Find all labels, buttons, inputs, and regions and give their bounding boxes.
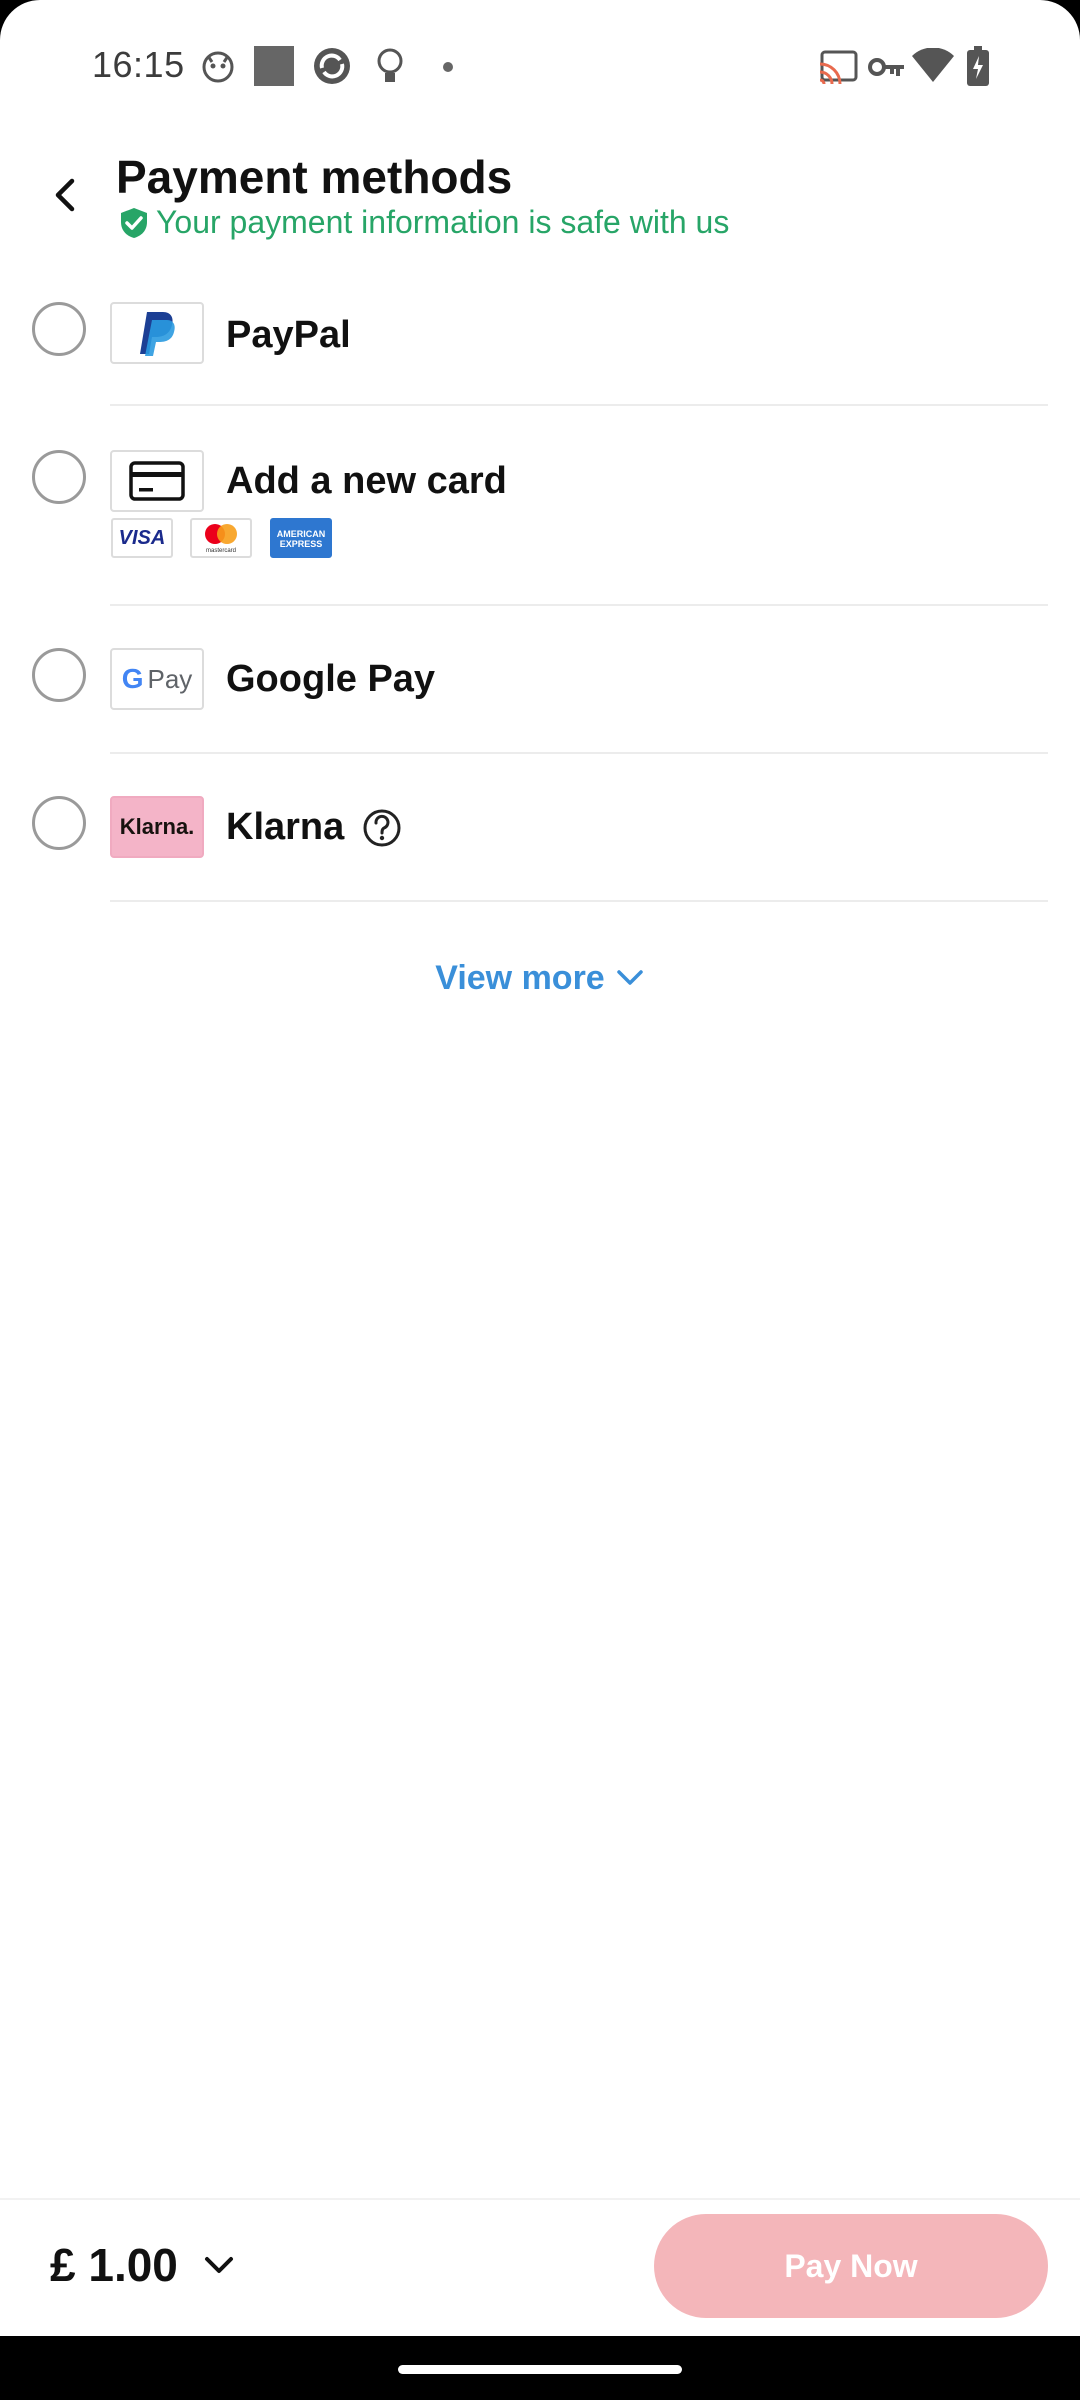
payment-option-google-pay[interactable]: G Pay Google Pay xyxy=(0,606,1080,754)
status-bar: 16:15 xyxy=(0,0,1080,132)
add-card-label: Add a new card xyxy=(226,460,507,502)
chevron-left-icon xyxy=(55,178,75,212)
klarna-radio[interactable] xyxy=(32,796,86,850)
google-pay-logo-icon: G Pay xyxy=(110,648,204,710)
shield-check-icon xyxy=(121,207,147,238)
google-pay-radio[interactable] xyxy=(32,648,86,702)
safe-note: Your payment information is safe with us xyxy=(118,204,729,241)
svg-text:mastercard: mastercard xyxy=(206,548,236,554)
back-button[interactable] xyxy=(30,160,100,230)
help-icon[interactable] xyxy=(362,808,402,853)
svg-text:EXPRESS: EXPRESS xyxy=(280,539,323,549)
mastercard-logo-icon: mastercard xyxy=(190,518,252,558)
lightbulb-icon xyxy=(372,46,408,91)
screen: 16:15 Payment methods Your payment infor… xyxy=(0,0,1080,2400)
status-time: 16:15 xyxy=(92,44,185,85)
visa-logo-icon: VISA xyxy=(111,518,173,558)
google-pay-label: Google Pay xyxy=(226,658,436,700)
image-notification-icon xyxy=(254,46,294,91)
vpn-key-icon xyxy=(868,54,906,85)
payment-option-paypal[interactable]: PayPal xyxy=(0,280,1080,406)
paypal-logo-icon xyxy=(110,302,204,364)
more-dot-icon xyxy=(442,60,454,78)
payment-option-add-card[interactable]: Add a new card VISA mastercard AMERICAN E… xyxy=(0,406,1080,606)
sync-notification-icon xyxy=(312,46,352,91)
klarna-label: Klarna xyxy=(226,806,345,848)
cast-icon xyxy=(818,50,858,89)
price-value: £ 1.00 xyxy=(50,2239,178,2291)
svg-text:AMERICAN: AMERICAN xyxy=(277,529,326,539)
amex-logo-icon: AMERICAN EXPRESS xyxy=(270,518,332,558)
page-title: Payment methods xyxy=(116,151,513,203)
chevron-down-icon xyxy=(616,970,643,985)
divider xyxy=(110,900,1048,902)
pay-now-button[interactable]: Pay Now xyxy=(654,2214,1048,2318)
paypal-label: PayPal xyxy=(226,314,351,356)
credit-card-icon xyxy=(110,450,204,512)
klarna-logo-icon: Klarna. xyxy=(110,796,204,858)
safe-note-text: Your payment information is safe with us xyxy=(156,204,730,240)
view-more-button[interactable]: View more xyxy=(0,948,1080,1008)
cat-notification-icon xyxy=(200,48,236,89)
home-indicator[interactable] xyxy=(398,2365,682,2374)
wifi-icon xyxy=(912,47,954,87)
add-card-radio[interactable] xyxy=(32,450,86,504)
payment-option-klarna[interactable]: Klarna. Klarna xyxy=(0,754,1080,902)
view-more-label: View more xyxy=(435,958,605,997)
battery-charging-icon xyxy=(966,46,990,91)
price-total[interactable]: £ 1.00 xyxy=(50,2238,236,2292)
paypal-radio[interactable] xyxy=(32,302,86,356)
chevron-down-icon xyxy=(204,2257,233,2273)
